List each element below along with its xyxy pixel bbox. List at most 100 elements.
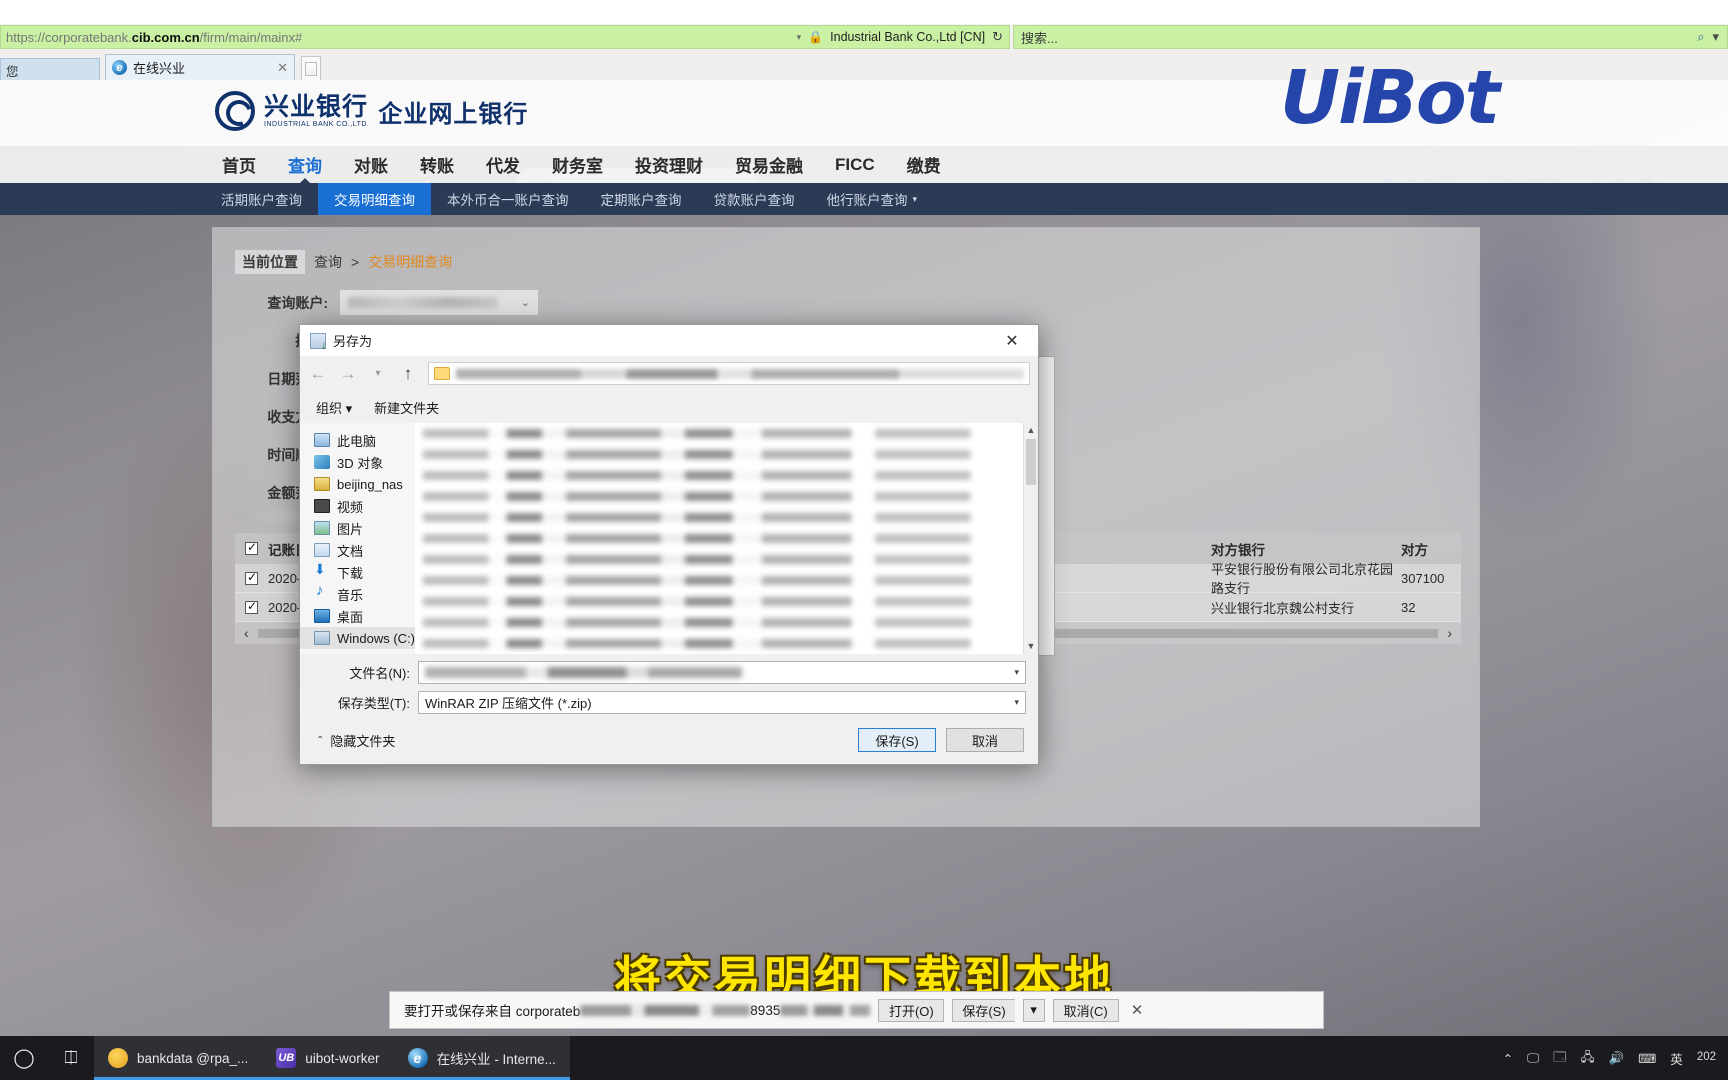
- open-button[interactable]: 打开(O): [878, 998, 945, 1022]
- account-select[interactable]: ⌄: [339, 289, 539, 316]
- sidebar-item-this-pc[interactable]: 此电脑: [300, 429, 415, 451]
- recent-locations-icon[interactable]: ▾: [368, 368, 388, 379]
- file-list-item[interactable]: [423, 492, 1018, 501]
- nav-item-ficc[interactable]: FICC: [835, 155, 875, 175]
- scroll-down-arrow[interactable]: ▼: [1024, 639, 1038, 654]
- subnav-item-loan-account[interactable]: 贷款账户查询: [698, 183, 811, 215]
- file-list-item[interactable]: [423, 576, 1018, 585]
- subnav-item-other-bank-account[interactable]: 他行账户查询 ▾: [811, 183, 934, 215]
- close-icon[interactable]: ✕: [1131, 1001, 1144, 1019]
- browser-search-input[interactable]: 搜索... ⌕ ▾: [1013, 25, 1728, 49]
- browser-tab-ghost[interactable]: 您: [0, 58, 100, 80]
- browser-tab-active[interactable]: e 在线兴业 ✕: [105, 54, 295, 80]
- subnav-item-transaction-detail[interactable]: 交易明细查询: [318, 183, 431, 215]
- filename-input[interactable]: ▾: [418, 660, 1026, 684]
- refresh-icon[interactable]: ↻: [992, 29, 1003, 45]
- nav-item-query[interactable]: 查询: [288, 152, 322, 177]
- up-icon[interactable]: ↑: [398, 364, 418, 384]
- organize-button[interactable]: 组织 ▾: [316, 398, 352, 417]
- sidebar-item-3d-objects[interactable]: 3D 对象: [300, 451, 415, 473]
- dialog-path-redacted: [456, 368, 1024, 379]
- forward-icon[interactable]: →: [338, 364, 358, 384]
- sidebar-item-desktop[interactable]: 桌面: [300, 605, 415, 627]
- nav-item-payment[interactable]: 缴费: [907, 152, 941, 177]
- scroll-left-arrow[interactable]: ‹: [244, 625, 249, 641]
- filename-label: 文件名(N):: [349, 665, 410, 681]
- taskbar-clock[interactable]: 202: [1697, 1051, 1716, 1064]
- chevron-down-icon[interactable]: ▾: [1014, 697, 1019, 708]
- address-bar[interactable]: https://corporatebank.cib.com.cn/firm/ma…: [0, 25, 1010, 49]
- sidebar-item-windows-c[interactable]: Windows (C:): [300, 627, 415, 649]
- tray-network-icon[interactable]: 🖧: [1581, 1048, 1595, 1069]
- chevron-down-icon[interactable]: ▾: [797, 32, 802, 43]
- taskbar-app-uibot-worker[interactable]: UB uibot-worker: [262, 1036, 394, 1080]
- scroll-thumb[interactable]: [1026, 439, 1036, 485]
- nav-item-transfer[interactable]: 转账: [420, 152, 454, 177]
- row-checkbox[interactable]: [245, 599, 258, 614]
- sidebar-item-documents[interactable]: 文档: [300, 539, 415, 561]
- taskbar-app-label: 在线兴业 - Interne...: [436, 1052, 556, 1067]
- sidebar-item-music[interactable]: 音乐: [300, 582, 415, 605]
- taskbar-app-internet-explorer[interactable]: e 在线兴业 - Interne...: [393, 1036, 571, 1080]
- bank-logo[interactable]: 兴业银行 INDUSTRIAL BANK CO.,LTD. 企业网上银行: [215, 91, 528, 131]
- file-list-scrollbar[interactable]: ▲ ▼: [1023, 423, 1038, 654]
- sidebar-item-pictures[interactable]: 图片: [300, 517, 415, 539]
- hide-folders-toggle[interactable]: ⌃ 隐藏文件夹: [316, 731, 395, 750]
- close-icon[interactable]: ✕: [277, 60, 288, 76]
- filetype-select[interactable]: WinRAR ZIP 压缩文件 (*.zip) ▾: [418, 690, 1026, 714]
- file-list-item[interactable]: [423, 534, 1018, 543]
- tray-display-icon[interactable]: 🖵: [1527, 1051, 1539, 1066]
- new-folder-button[interactable]: 新建文件夹: [374, 398, 439, 417]
- subnav-item-fixed-account[interactable]: 定期账户查询: [585, 183, 698, 215]
- new-tab-button[interactable]: [301, 56, 321, 80]
- file-list-item[interactable]: [423, 513, 1018, 522]
- scroll-up-arrow[interactable]: ▲: [1024, 423, 1038, 438]
- tray-keyboard-icon[interactable]: ⌨: [1638, 1051, 1656, 1066]
- scroll-right-arrow[interactable]: ›: [1447, 625, 1452, 641]
- chevron-down-icon[interactable]: ▾: [1022, 998, 1045, 1022]
- close-icon[interactable]: ✕: [990, 326, 1034, 355]
- sidebar-item-videos[interactable]: 视频: [300, 495, 415, 517]
- nav-item-reconcile[interactable]: 对账: [354, 152, 388, 177]
- dialog-button-group: 保存(S) 取消: [858, 728, 1024, 752]
- back-icon[interactable]: ←: [308, 364, 328, 384]
- chevron-down-icon[interactable]: ▾: [1014, 667, 1019, 678]
- nav-item-home[interactable]: 首页: [222, 152, 256, 177]
- ime-indicator[interactable]: 英: [1670, 1049, 1683, 1068]
- select-all-checkbox[interactable]: [245, 540, 258, 555]
- file-list-item[interactable]: [423, 471, 1018, 480]
- chevron-down-icon[interactable]: ▾: [1712, 29, 1727, 45]
- dialog-body: 此电脑 3D 对象 beijing_nas 视频 图片 文档 ⬇ 下载 ♪ 音乐…: [300, 423, 1038, 654]
- subnav-item-current-account[interactable]: 活期账户查询: [205, 183, 318, 215]
- taskbar-app-bankdata[interactable]: bankdata @rpa_...: [94, 1036, 263, 1080]
- file-list-item[interactable]: [423, 618, 1018, 627]
- sidebar-item-downloads[interactable]: 下载: [300, 561, 415, 583]
- file-list-item[interactable]: [423, 555, 1018, 564]
- windows-start-icon[interactable]: ◯: [0, 1047, 48, 1070]
- file-list-item[interactable]: [423, 450, 1018, 459]
- sidebar-item-beijing-nas[interactable]: beijing_nas: [300, 473, 415, 495]
- account-value-redacted: [348, 297, 498, 308]
- nav-item-payroll[interactable]: 代发: [486, 152, 520, 177]
- cancel-button[interactable]: 取消(C): [1052, 998, 1119, 1022]
- nav-item-finance[interactable]: 财务室: [552, 152, 603, 177]
- nav-item-trade[interactable]: 贸易金融: [735, 152, 803, 177]
- cancel-button[interactable]: 取消: [946, 728, 1024, 752]
- search-icon[interactable]: ⌕: [1697, 29, 1712, 45]
- nav-item-investment[interactable]: 投资理财: [635, 152, 703, 177]
- dialog-path-breadcrumb[interactable]: [428, 362, 1030, 385]
- file-list-item[interactable]: [423, 429, 1018, 438]
- dialog-file-list[interactable]: ▲ ▼: [415, 423, 1038, 654]
- tray-expand-icon[interactable]: ⌃: [1503, 1051, 1513, 1066]
- row-checkbox[interactable]: [245, 570, 258, 585]
- tray-window-icon[interactable]: 🗔: [1553, 1048, 1567, 1069]
- subnav-item-fx-account[interactable]: 本外币合一账户查询: [431, 183, 585, 215]
- address-bar-url: https://corporatebank.cib.com.cn/firm/ma…: [6, 30, 302, 45]
- tray-volume-icon[interactable]: 🔊: [1609, 1051, 1625, 1066]
- save-button[interactable]: 保存(S): [858, 728, 936, 752]
- task-view-icon[interactable]: ⎅: [48, 1048, 94, 1068]
- file-list-item[interactable]: [423, 597, 1018, 606]
- breadcrumb-parent[interactable]: 查询: [314, 252, 342, 272]
- save-button[interactable]: 保存(S): [952, 998, 1015, 1022]
- file-list-item[interactable]: [423, 639, 1018, 648]
